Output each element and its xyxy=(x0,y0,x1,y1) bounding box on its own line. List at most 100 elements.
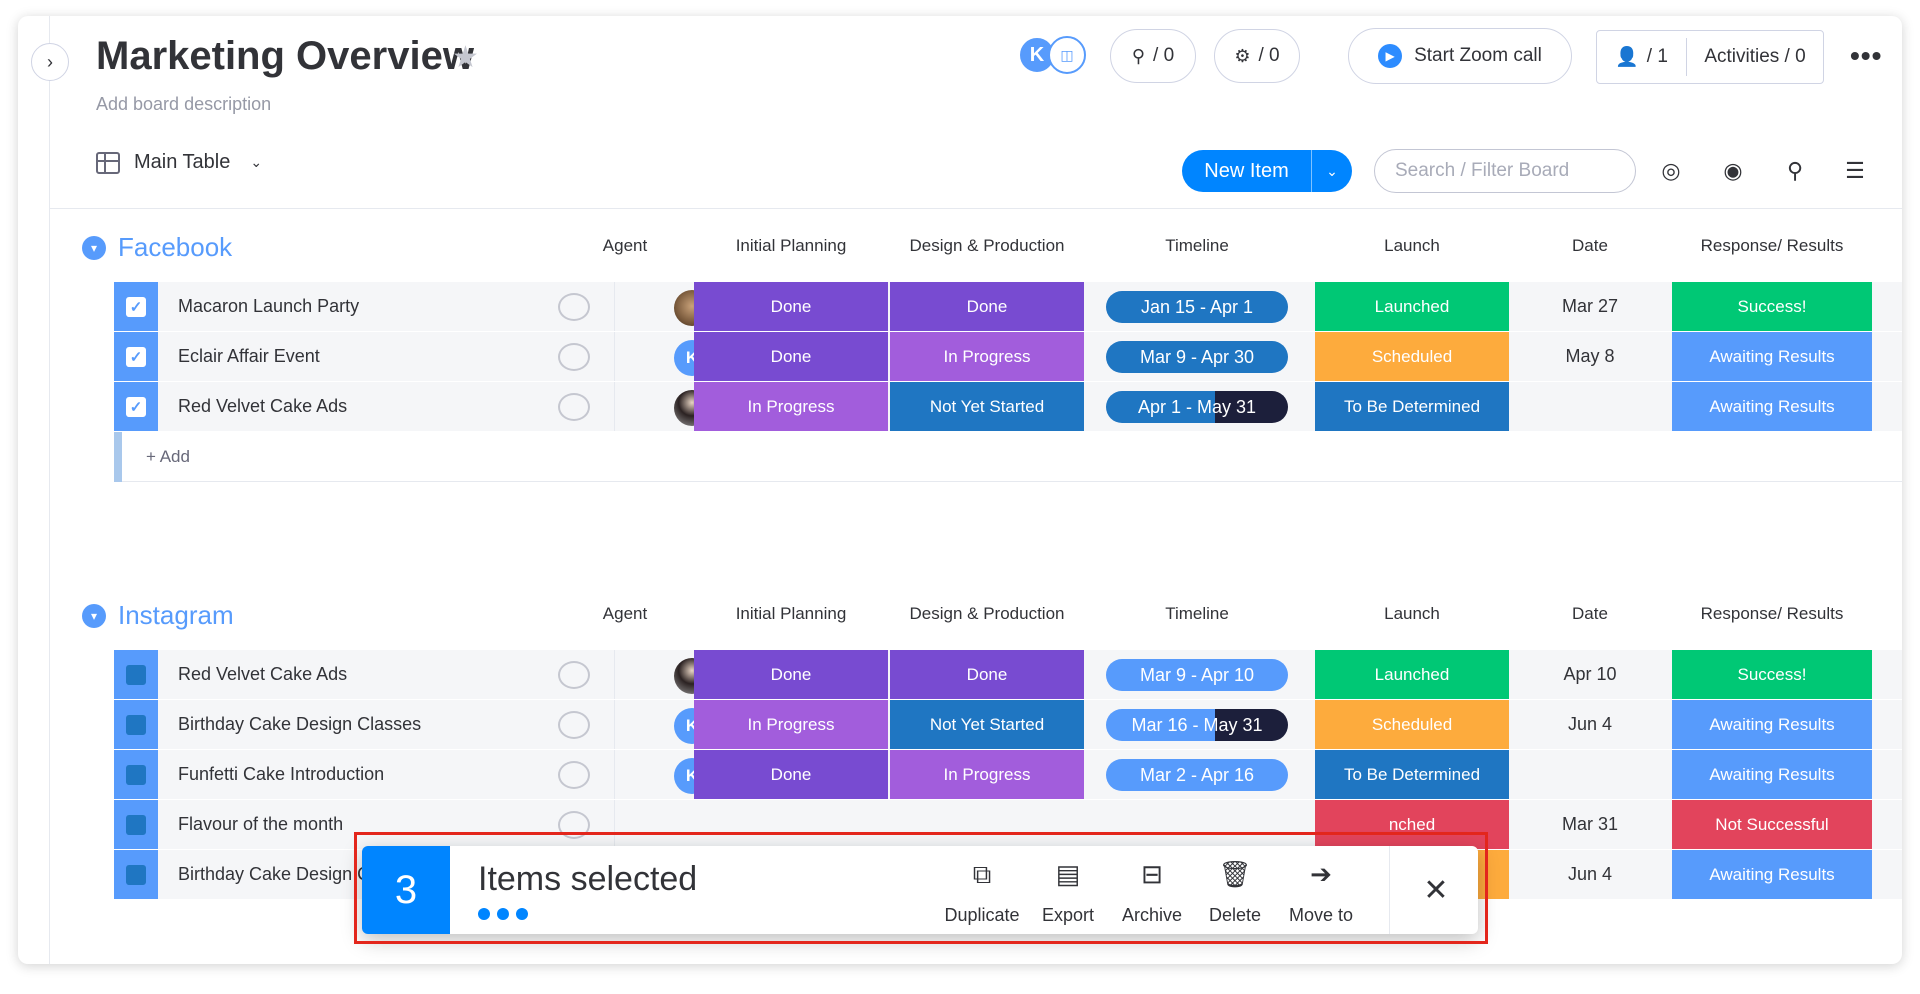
more-dots-icon[interactable] xyxy=(478,908,528,920)
status-cell[interactable]: Not Successful xyxy=(1672,800,1872,849)
row-checkbox[interactable] xyxy=(114,800,158,849)
board-description[interactable]: Add board description xyxy=(96,94,271,115)
row-checkbox[interactable]: ✓ xyxy=(114,282,158,331)
comment-icon[interactable] xyxy=(558,811,590,839)
timeline-pill[interactable]: Jan 15 - Apr 1 xyxy=(1106,291,1288,323)
item-name[interactable]: Birthday Cake Design C xyxy=(178,850,370,899)
row-checkbox[interactable] xyxy=(114,650,158,699)
date-cell[interactable]: Jun 4 xyxy=(1510,850,1670,899)
item-name[interactable]: Funfetti Cake Introduction xyxy=(178,750,384,799)
column-header[interactable]: Agent xyxy=(558,604,692,624)
comment-icon[interactable] xyxy=(558,761,590,789)
status-cell[interactable]: Scheduled xyxy=(1315,700,1509,749)
item-name[interactable]: Birthday Cake Design Classes xyxy=(178,700,421,749)
status-cell[interactable]: Awaiting Results xyxy=(1672,750,1872,799)
star-icon[interactable]: ★ xyxy=(452,40,479,75)
filter-icon[interactable]: ☰ xyxy=(1838,154,1872,188)
status-cell[interactable]: Awaiting Results xyxy=(1672,700,1872,749)
activities-button[interactable]: Activities / 0 xyxy=(1687,46,1823,68)
comment-icon[interactable] xyxy=(558,393,590,421)
status-cell[interactable]: Done xyxy=(694,650,888,699)
horizontal-scrollbar[interactable] xyxy=(50,958,1902,964)
table-row[interactable]: Funfetti Cake Introduction K Done In Progre… xyxy=(114,750,1902,800)
group-name[interactable]: Facebook xyxy=(118,232,232,263)
item-name[interactable]: Red Velvet Cake Ads xyxy=(178,650,347,699)
table-row[interactable]: ✓ Macaron Launch Party Done Done Launched Suc… xyxy=(114,282,1902,332)
group-name[interactable]: Instagram xyxy=(118,600,234,631)
date-cell[interactable]: Apr 10 xyxy=(1510,650,1670,699)
status-cell[interactable]: To Be Determined xyxy=(1315,382,1509,431)
duplicate-button[interactable]: ⧉ Duplicate xyxy=(942,856,1022,926)
timeline-pill[interactable]: Mar 9 - Apr 10 xyxy=(1106,659,1288,691)
board-title[interactable]: Marketing Overview xyxy=(96,34,474,79)
status-cell[interactable]: nched xyxy=(1315,800,1509,849)
date-cell[interactable]: Mar 31 xyxy=(1510,800,1670,849)
status-cell[interactable]: Success! xyxy=(1672,650,1872,699)
status-cell[interactable]: Awaiting Results xyxy=(1672,332,1872,381)
status-cell[interactable]: In Progress xyxy=(694,700,888,749)
new-item-label[interactable]: New Item xyxy=(1182,150,1312,192)
row-checkbox[interactable] xyxy=(114,700,158,749)
status-cell[interactable]: Launched xyxy=(1315,282,1509,331)
add-item-label[interactable]: + Add xyxy=(146,432,190,482)
pin-icon[interactable]: ⚲ xyxy=(1778,154,1812,188)
start-zoom-call-button[interactable]: ▶ Start Zoom call xyxy=(1348,28,1572,84)
chevron-down-icon[interactable]: ▾ xyxy=(82,235,106,260)
status-cell[interactable]: Done xyxy=(694,750,888,799)
item-name[interactable]: Macaron Launch Party xyxy=(178,282,359,331)
column-header[interactable]: Agent xyxy=(558,236,692,256)
integrations-button[interactable]: ⚲ / 0 xyxy=(1110,29,1196,83)
more-options-icon[interactable]: ••• xyxy=(1850,40,1882,72)
table-row[interactable]: ✓ Red Velvet Cake Ads In Progress Not Yet S… xyxy=(114,382,1902,432)
group-header[interactable]: ▾ Instagram xyxy=(82,600,234,631)
checkbox[interactable] xyxy=(126,714,146,735)
new-item-button[interactable]: New Item ⌄ xyxy=(1182,150,1352,192)
column-header[interactable]: Design & Production xyxy=(890,604,1084,624)
checkbox[interactable] xyxy=(126,864,146,885)
checkbox[interactable]: ✓ xyxy=(126,396,146,417)
column-header[interactable]: Date xyxy=(1510,604,1670,624)
status-cell[interactable]: To Be Determined xyxy=(1315,750,1509,799)
checkbox[interactable] xyxy=(126,664,146,685)
column-header[interactable]: Initial Planning xyxy=(694,604,888,624)
status-cell[interactable]: Done xyxy=(890,650,1084,699)
status-cell[interactable]: Not Yet Started xyxy=(890,382,1084,431)
date-cell[interactable]: Mar 27 xyxy=(1510,282,1670,331)
date-cell[interactable]: May 8 xyxy=(1510,332,1670,381)
add-item-row[interactable]: + Add xyxy=(114,432,1902,482)
timeline-pill[interactable]: Apr 1 - May 31 xyxy=(1106,391,1288,423)
status-cell[interactable]: Launched xyxy=(1315,650,1509,699)
close-icon[interactable]: ✕ xyxy=(1414,868,1458,912)
delete-button[interactable]: 🗑 Delete xyxy=(1202,856,1268,926)
column-header[interactable]: Response/ Results xyxy=(1672,604,1872,624)
row-checkbox[interactable]: ✓ xyxy=(114,382,158,431)
guest-icon[interactable]: ◫ xyxy=(1048,36,1086,74)
chevron-down-icon[interactable]: ⌄ xyxy=(1312,163,1352,180)
timeline-pill[interactable]: Mar 16 - May 31 xyxy=(1106,709,1288,741)
table-row[interactable]: Flavour of the month nched Not Successful M… xyxy=(114,800,1902,850)
move-to-button[interactable]: ➔ Move to xyxy=(1280,856,1362,926)
automations-button[interactable]: ⚙ / 0 xyxy=(1214,29,1300,83)
column-header[interactable]: Design & Production xyxy=(890,236,1084,256)
archive-button[interactable]: ⊟ Archive xyxy=(1114,856,1190,926)
status-cell[interactable]: In Progress xyxy=(694,382,888,431)
view-selector[interactable]: Main Table ⌄ xyxy=(96,151,262,174)
column-header[interactable]: Launch xyxy=(1315,604,1509,624)
export-button[interactable]: ▤ Export xyxy=(1034,856,1102,926)
row-checkbox[interactable]: ✓ xyxy=(114,332,158,381)
board-subscribers[interactable]: K ◫ xyxy=(1018,36,1098,76)
status-cell[interactable]: Not Yet Started xyxy=(890,700,1084,749)
status-cell[interactable]: Awaiting Results xyxy=(1672,850,1872,899)
timeline-pill[interactable]: Mar 2 - Apr 16 xyxy=(1106,759,1288,791)
comment-icon[interactable] xyxy=(558,661,590,689)
person-filter-icon[interactable]: ◎ xyxy=(1654,154,1688,188)
column-header[interactable]: Response/ Results xyxy=(1672,236,1872,256)
checkbox[interactable] xyxy=(126,814,146,835)
column-header[interactable]: Timeline xyxy=(1086,236,1308,256)
item-name[interactable]: Flavour of the month xyxy=(178,800,343,849)
table-row[interactable]: ✓ Eclair Affair Event K Done In Progress Sche… xyxy=(114,332,1902,382)
row-checkbox[interactable] xyxy=(114,850,158,899)
checkbox[interactable]: ✓ xyxy=(126,296,146,317)
table-row[interactable]: Red Velvet Cake Ads Done Done Launched Succe… xyxy=(114,650,1902,700)
status-cell[interactable]: Done xyxy=(890,282,1084,331)
